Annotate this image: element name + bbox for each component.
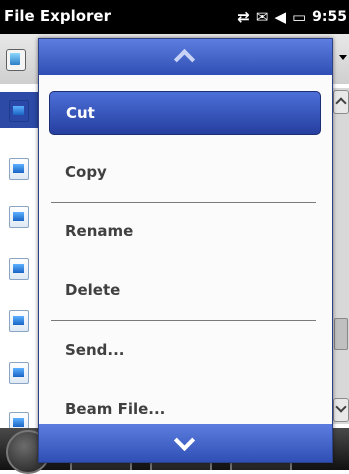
scroll-up-icon[interactable] [333,90,349,114]
battery-icon[interactable]: ▭ [292,8,306,26]
file-icon[interactable] [9,206,29,228]
file-icon[interactable] [9,100,29,122]
menu-item-delete[interactable]: Delete [49,268,321,312]
title-bar: File Explorer ⇄ ✉ ◀ ▭ 9:55 [0,0,349,34]
folder-icon[interactable] [6,49,26,71]
dropdown-caret-icon[interactable] [339,55,347,60]
context-menu: Cut Copy Rename Delete Send... Beam File… [38,38,333,463]
menu-scroll-down-button[interactable] [39,424,332,462]
volume-icon[interactable]: ◀ [274,8,286,26]
menu-separator [51,320,316,321]
file-icon[interactable] [9,310,29,332]
file-icon[interactable] [9,258,29,280]
chevron-up-icon [173,48,196,71]
menu-item-copy[interactable]: Copy [49,150,321,194]
file-icon[interactable] [9,158,29,180]
file-icon[interactable] [9,362,29,384]
menu-item-rename[interactable]: Rename [49,209,321,253]
menu-scroll-up-button[interactable] [39,39,332,75]
connectivity-icon[interactable]: ⇄ [237,8,250,26]
status-icons: ⇄ ✉ ◀ ▭ 9:55 [237,5,349,29]
chevron-down-icon [173,429,196,452]
scroll-down-icon[interactable] [333,398,349,422]
scroll-thumb[interactable] [334,318,348,350]
menu-item-cut[interactable]: Cut [49,91,321,135]
clock[interactable]: 9:55 [312,9,347,25]
menu-item-send[interactable]: Send... [49,328,321,372]
signal-icon[interactable]: ✉ [256,8,269,26]
window-title: File Explorer [4,7,111,25]
menu-separator [51,202,316,203]
